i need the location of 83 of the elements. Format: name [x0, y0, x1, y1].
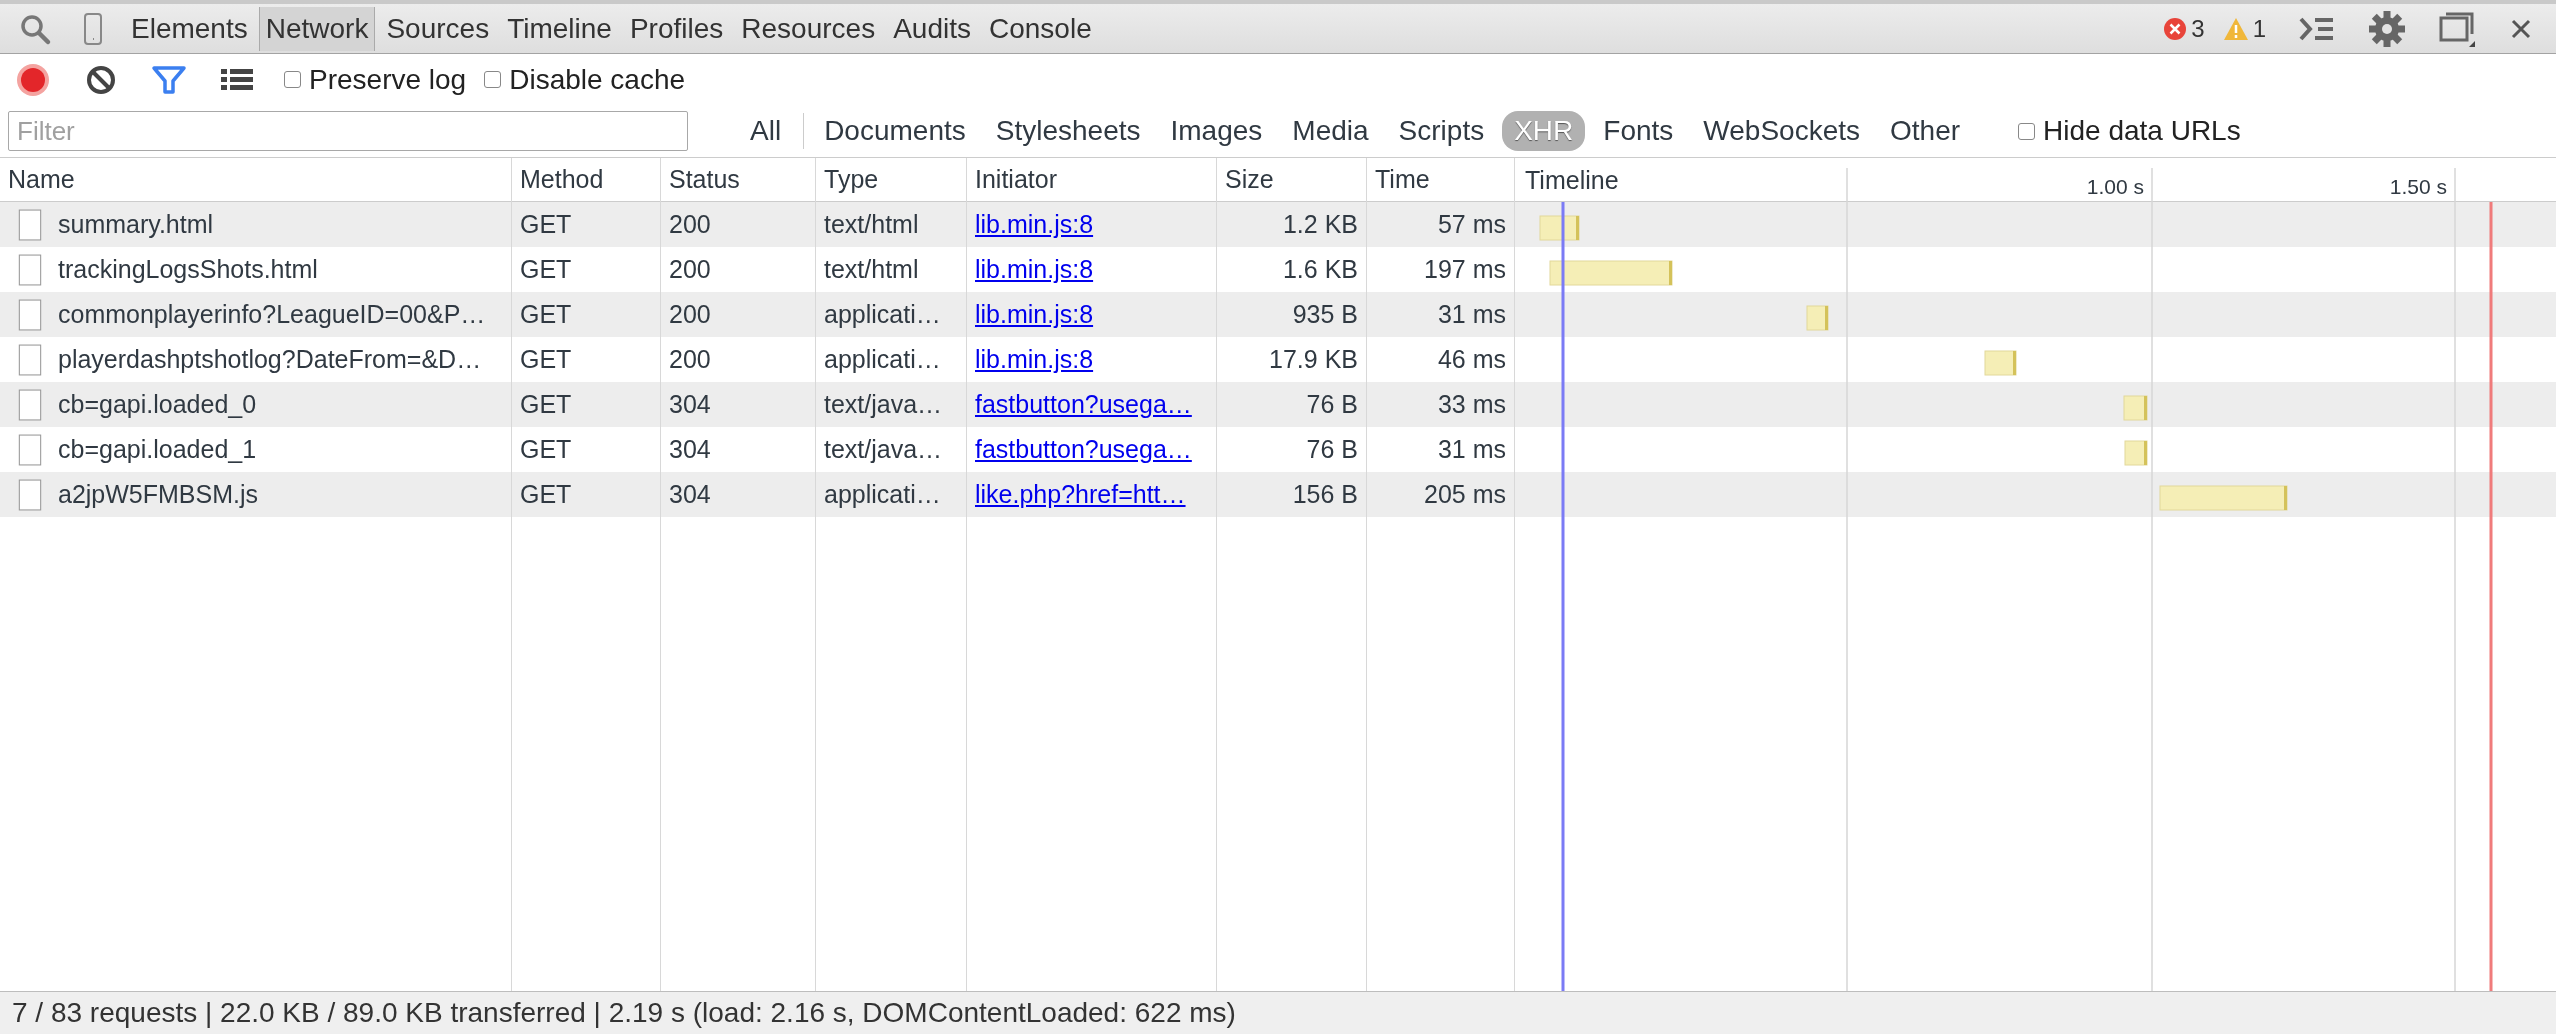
type-filter-button[interactable]: Images	[1158, 111, 1275, 151]
table-cell: applicati…	[816, 472, 966, 517]
axis-tick-label: 1.50 s	[2389, 175, 2447, 198]
error-icon[interactable]	[2163, 16, 2188, 41]
table-cell-text: 1.6 KB	[1281, 254, 1359, 285]
table-cell: 156 B	[1217, 472, 1366, 517]
column-header[interactable]: Timeline	[1525, 158, 1619, 202]
table-cell: 1.2 KB	[1217, 202, 1366, 247]
type-filter-button[interactable]: WebSockets	[1691, 111, 1872, 151]
table-cell: 935 B	[1217, 292, 1366, 337]
panel-tab[interactable]: Profiles	[622, 6, 731, 51]
table-cell-text: 304	[668, 434, 712, 465]
error-count[interactable]: 3	[2191, 14, 2205, 43]
filter-input[interactable]: Filter	[8, 111, 688, 151]
table-cell-text: applicati…	[823, 344, 942, 375]
table-cell-text: 197 ms	[1423, 254, 1507, 285]
panel-tab[interactable]: Audits	[886, 6, 978, 51]
type-filter-button[interactable]: Fonts	[1591, 111, 1686, 151]
table-cell: GET	[512, 292, 660, 337]
settings-icon[interactable]	[2368, 9, 2406, 48]
table-cell: 57 ms	[1367, 202, 1514, 247]
file-icon	[18, 343, 42, 376]
table-cell-text: 17.9 KB	[1268, 344, 1359, 375]
table-cell: 205 ms	[1367, 472, 1514, 517]
checkbox[interactable]	[284, 71, 301, 88]
table-cell-text: 200	[668, 344, 712, 375]
timing-bar[interactable]	[1539, 215, 1580, 241]
table-cell: 200	[661, 292, 815, 337]
panel-tab[interactable]: Sources	[379, 6, 497, 51]
table-cell-text: GET	[519, 434, 573, 465]
panel-tab[interactable]: Console	[981, 6, 1099, 51]
panel-tab[interactable]: Resources	[734, 6, 883, 51]
table-cell: text/java…	[816, 382, 966, 427]
table-cell: GET	[512, 472, 660, 517]
file-icon	[18, 298, 42, 331]
request-name[interactable]: cb=gapi.loaded_1	[58, 435, 257, 464]
table-cell: GET	[512, 202, 660, 247]
table-cell: 304	[661, 472, 815, 517]
initiator-link[interactable]: lib.min.js:8	[975, 255, 1094, 284]
table-cell-text: GET	[519, 254, 573, 285]
table-cell: GET	[512, 382, 660, 427]
table-cell-text: GET	[519, 344, 573, 375]
type-filter-button[interactable]: Stylesheets	[983, 111, 1153, 151]
request-name[interactable]: trackingLogsShots.html	[58, 255, 318, 284]
table-cell: 304	[661, 382, 815, 427]
table-cell-text: text/html	[823, 254, 920, 285]
warning-count[interactable]: 1	[2252, 14, 2266, 43]
request-name[interactable]: summary.html	[58, 210, 214, 239]
type-filter-button[interactable]: Other	[1878, 111, 1973, 151]
type-filter-button[interactable]: Scripts	[1386, 111, 1497, 151]
table-cell: 33 ms	[1367, 382, 1514, 427]
file-icon	[18, 478, 42, 511]
checkbox-label[interactable]: Hide data URLs	[2043, 115, 2241, 147]
type-filter-button[interactable]: All	[738, 111, 794, 151]
panel-tab[interactable]: Timeline	[500, 6, 619, 51]
table-cell-text: 76 B	[1305, 434, 1359, 465]
panel-tab[interactable]: Network	[258, 6, 376, 51]
table-cell: text/html	[816, 202, 966, 247]
checkbox-label[interactable]: Disable cache	[509, 63, 686, 96]
type-filter-button[interactable]: Media	[1280, 111, 1381, 151]
initiator-link[interactable]: fastbutton?usega…	[975, 435, 1192, 464]
table-cell: 200	[661, 202, 815, 247]
status-bar: 7 / 83 requests | 22.0 KB / 89.0 KB transferred | 2.19 s (load: 2.16 s, DOMContentLoaded: 622 ms)	[0, 991, 2556, 1034]
table-cell: 76 B	[1217, 382, 1366, 427]
table-cell: applicati…	[816, 292, 966, 337]
file-icon	[18, 388, 42, 421]
checkbox[interactable]	[484, 71, 502, 88]
axis-tick-label: 1.00 s	[2086, 175, 2144, 198]
file-icon	[18, 433, 42, 466]
checkbox[interactable]	[2018, 122, 2036, 140]
table-cell-text: 200	[668, 254, 712, 285]
table-cell: 31 ms	[1367, 292, 1514, 337]
initiator-link[interactable]: lib.min.js:8	[975, 345, 1094, 374]
request-name[interactable]: playerdashptshotlog?DateFrom=&D…	[58, 345, 482, 374]
checkbox-label[interactable]: Preserve log	[309, 63, 467, 96]
warning-icon[interactable]	[2222, 16, 2249, 41]
table-cell-text: text/java…	[823, 434, 944, 465]
file-icon	[18, 208, 42, 241]
table-cell-text: 46 ms	[1436, 344, 1507, 375]
type-filter-button[interactable]: Documents	[812, 111, 978, 151]
panel-tab[interactable]: Elements	[124, 6, 255, 51]
table-cell-text: 31 ms	[1436, 434, 1507, 465]
file-icon	[18, 253, 42, 286]
